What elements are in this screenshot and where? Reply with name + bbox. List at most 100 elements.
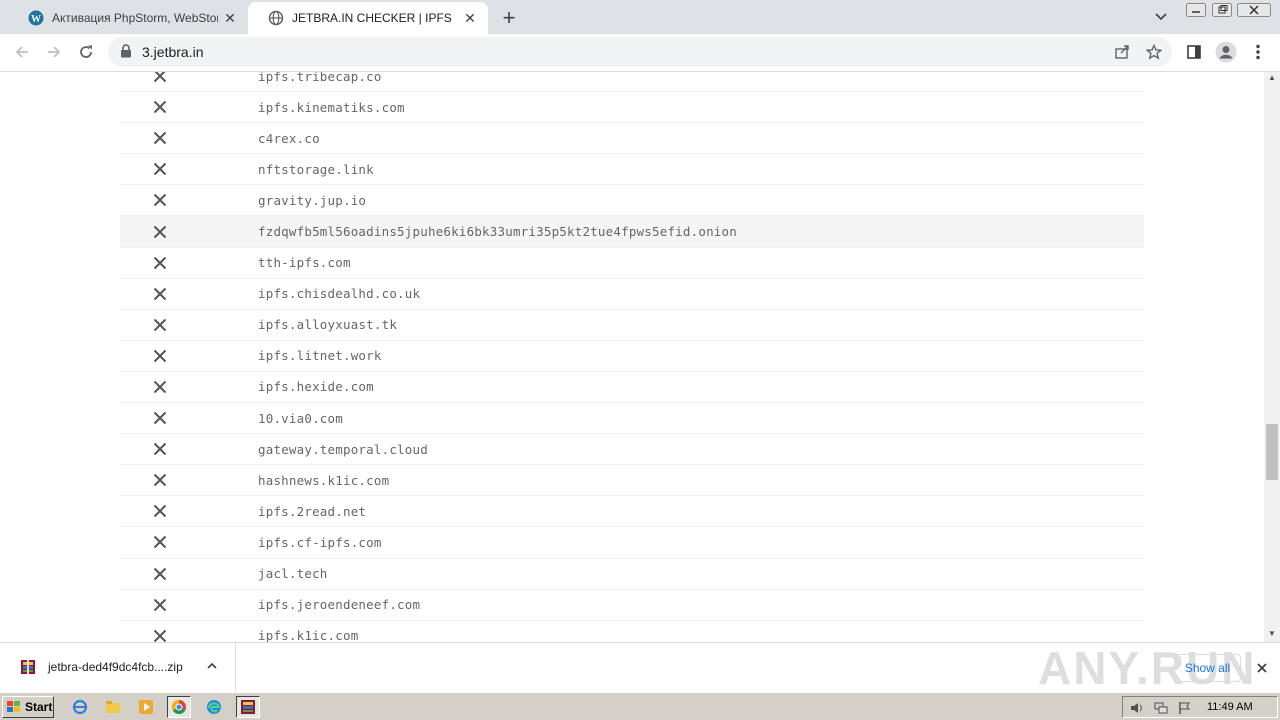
system-tray: 11:49 AM [1122, 696, 1278, 718]
host-name: ipfs.cf-ipfs.com [258, 534, 382, 550]
tab-search-icon[interactable] [1150, 6, 1172, 28]
host-row: c4rex.co [120, 123, 1144, 155]
host-name: ipfs.alloyxuast.tk [258, 317, 398, 333]
failed-status-icon [120, 411, 202, 425]
host-row: ipfs.alloyxuast.tk [120, 310, 1144, 341]
failed-status-icon [120, 504, 202, 518]
host-name: tth-ipfs.com [258, 255, 351, 271]
host-name: gravity.jup.io [258, 192, 367, 208]
host-row: hashnews.k1ic.com [120, 465, 1144, 497]
host-row: tth-ipfs.com [120, 248, 1144, 279]
close-tab-icon[interactable]: ✕ [458, 6, 482, 30]
taskbar: Start 11:49 AM [0, 692, 1280, 720]
scroll-up-icon[interactable]: ▲ [1268, 74, 1276, 82]
host-name: ipfs.litnet.work [258, 348, 382, 364]
profile-avatar-icon[interactable] [1212, 38, 1240, 66]
download-file-name: jetbra-ded4f9dc4fcb....zip [48, 660, 183, 674]
host-list: ipfs.tribecap.co ipfs.kinematiks.com c4rex… [120, 72, 1144, 642]
host-row: ipfs.jeroendeneef.com [120, 590, 1144, 621]
host-name: ipfs.kinematiks.com [258, 99, 405, 115]
browser-toolbar: 3.jetbra.in [0, 34, 1280, 72]
host-name: ipfs.tribecap.co [258, 72, 382, 84]
tab-activation[interactable]: W Активация PhpStorm, WebStorm, IntelliJ… [8, 2, 248, 34]
action-center-flag-icon[interactable] [1177, 700, 1193, 716]
network-icon[interactable] [1153, 700, 1169, 716]
host-row: ipfs.k1ic.com [120, 621, 1144, 642]
host-name: ipfs.2read.net [258, 503, 367, 519]
host-name: ipfs.jeroendeneef.com [258, 597, 421, 613]
failed-status-icon [120, 225, 202, 239]
host-name: jacl.tech [258, 566, 328, 582]
side-panel-icon[interactable] [1180, 38, 1208, 66]
show-all-button[interactable]: Show all [1174, 654, 1241, 682]
failed-status-icon [120, 287, 202, 301]
failed-status-icon [120, 535, 202, 549]
failed-status-icon [120, 442, 202, 456]
host-row: fzdqwfb5ml56oadins5jpuhe6ki6bk33umri35p5… [120, 216, 1144, 248]
tab-jetbra-checker[interactable]: JETBRA.IN CHECKER | IPFS ✕ [248, 2, 488, 34]
host-row: ipfs.litnet.work [120, 341, 1144, 372]
host-name: fzdqwfb5ml56oadins5jpuhe6ki6bk33umri35p5… [258, 224, 737, 240]
failed-status-icon [120, 162, 202, 176]
forward-icon[interactable] [40, 38, 68, 66]
share-icon[interactable] [1112, 42, 1132, 62]
edge-icon[interactable] [202, 696, 226, 718]
host-row: ipfs.kinematiks.com [120, 92, 1144, 124]
host-name: ipfs.hexide.com [258, 379, 374, 395]
host-row: ipfs.tribecap.co [120, 72, 1144, 93]
failed-status-icon [120, 131, 202, 145]
host-row: ipfs.hexide.com [120, 372, 1144, 404]
start-label: Start [25, 700, 53, 714]
host-row: ipfs.cf-ipfs.com [120, 527, 1144, 559]
url-text[interactable]: 3.jetbra.in [142, 44, 203, 60]
scroll-down-icon[interactable]: ▼ [1268, 630, 1276, 638]
clock[interactable]: 11:49 AM [1207, 701, 1253, 713]
failed-status-icon [120, 629, 202, 642]
internet-explorer-icon[interactable] [68, 696, 92, 718]
start-button[interactable]: Start [2, 696, 54, 718]
host-row: 10.via0.com [120, 403, 1144, 435]
download-item[interactable]: jetbra-ded4f9dc4fcb....zip [0, 643, 236, 692]
lock-icon[interactable] [120, 44, 132, 63]
vertical-scrollbar[interactable]: ▲ ▼ [1264, 72, 1280, 642]
download-bar: jetbra-ded4f9dc4fcb....zip ANY.RUN Show … [0, 642, 1280, 694]
wordpress-icon: W [28, 10, 44, 26]
host-row: gravity.jup.io [120, 185, 1144, 217]
failed-status-icon [120, 100, 202, 114]
minimize-icon[interactable] [1184, 0, 1208, 20]
page-content: ipfs.tribecap.co ipfs.kinematiks.com c4rex… [0, 72, 1264, 642]
failed-status-icon [120, 318, 202, 332]
media-player-icon[interactable] [134, 696, 158, 718]
failed-status-icon [120, 380, 202, 394]
host-name: gateway.temporal.cloud [258, 441, 428, 457]
failed-status-icon [120, 349, 202, 363]
close-download-bar-icon[interactable] [1252, 658, 1272, 678]
failed-status-icon [120, 598, 202, 612]
back-icon[interactable] [8, 38, 36, 66]
failed-status-icon [120, 256, 202, 270]
new-tab-button[interactable]: + [496, 5, 522, 31]
bookmark-star-icon[interactable] [1144, 42, 1164, 62]
volume-icon[interactable] [1129, 700, 1145, 716]
failed-status-icon [120, 473, 202, 487]
chrome-icon[interactable] [167, 696, 191, 718]
close-tab-icon[interactable]: ✕ [218, 6, 242, 30]
restore-icon[interactable] [1210, 0, 1234, 20]
scrollbar-thumb[interactable] [1266, 424, 1278, 480]
host-name: hashnews.k1ic.com [258, 472, 390, 488]
menu-kebab-icon[interactable] [1244, 38, 1272, 66]
host-row: ipfs.2read.net [120, 496, 1144, 528]
file-explorer-icon[interactable] [101, 696, 125, 718]
failed-status-icon [120, 193, 202, 207]
address-bar[interactable]: 3.jetbra.in [108, 37, 1172, 67]
failed-status-icon [120, 567, 202, 581]
window-close-icon[interactable] [1236, 0, 1272, 20]
host-name: c4rex.co [258, 130, 320, 146]
winrar-icon[interactable] [236, 696, 260, 718]
windows-logo-icon [6, 700, 22, 714]
tab-title: Активация PhpStorm, WebStorm, IntelliJ [52, 11, 218, 25]
failed-status-icon [120, 72, 202, 83]
chevron-up-icon[interactable] [206, 659, 218, 677]
reload-icon[interactable] [72, 38, 100, 66]
tab-strip: W Активация PhpStorm, WebStorm, IntelliJ… [0, 0, 1280, 34]
